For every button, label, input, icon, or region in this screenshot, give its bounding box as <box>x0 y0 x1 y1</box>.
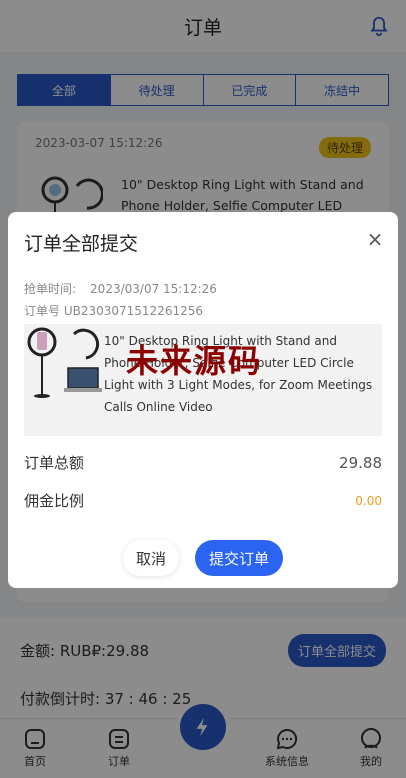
watermark-text: 未来源码 <box>126 342 263 380</box>
grab-time-label: 抢单时间: <box>24 282 77 296</box>
order-number: 订单号 UB2303071512261256 <box>24 304 203 318</box>
commission-row: 佣金比例 0.00 <box>24 490 382 511</box>
commission-value: 0.00 <box>355 493 382 508</box>
grab-time-value: 2023/03/07 15:12:26 <box>90 282 217 296</box>
order-total-row: 订单总额 29.88 <box>24 452 382 473</box>
submit-order-dialog: 订单全部提交 × 抢单时间: 2023/03/07 15:12:26 订单号 UB… <box>8 212 398 588</box>
dialog-title: 订单全部提交 <box>24 233 139 255</box>
submit-order-button[interactable]: 提交订单 <box>195 540 283 576</box>
product-image <box>27 327 102 398</box>
cancel-button[interactable]: 取消 <box>123 540 179 576</box>
order-total-value: 29.88 <box>339 453 382 472</box>
close-icon[interactable]: × <box>366 229 384 249</box>
commission-label: 佣金比例 <box>24 492 85 510</box>
order-total-label: 订单总额 <box>24 454 85 472</box>
grab-time-row: 抢单时间: 2023/03/07 15:12:26 <box>24 280 217 297</box>
